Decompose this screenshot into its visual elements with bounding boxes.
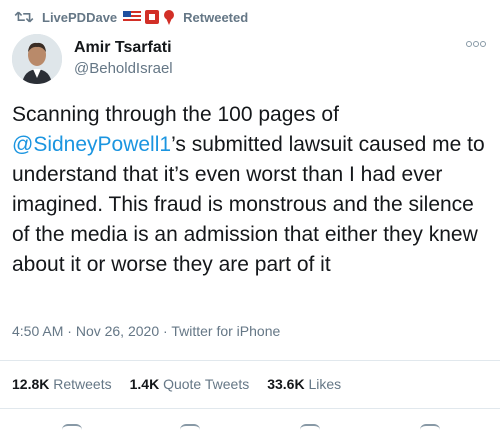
red-pin-icon <box>164 10 175 25</box>
tweet-date[interactable]: Nov 26, 2020 <box>76 323 159 339</box>
more-options-icon[interactable] <box>466 38 486 50</box>
action-bar <box>0 420 500 429</box>
tweet-header: Amir Tsarfati @BeholdIsrael <box>12 34 488 90</box>
author-handle[interactable]: @BeholdIsrael <box>74 59 173 79</box>
meta-separator: · <box>159 323 172 339</box>
quotes-count: 1.4K <box>129 376 160 392</box>
retweets-stat[interactable]: 12.8K Retweets <box>12 376 112 392</box>
retweeted-label: Retweeted <box>183 9 249 25</box>
likes-label: Likes <box>308 376 342 392</box>
likes-count: 33.6K <box>267 376 305 392</box>
tweet-text: Scanning through the 100 pages of @Sidne… <box>12 100 488 280</box>
like-icon[interactable] <box>300 424 320 432</box>
meta-separator: · <box>63 323 76 339</box>
author-display-name[interactable]: Amir Tsarfati <box>74 37 173 59</box>
avatar[interactable] <box>12 34 62 84</box>
retweet-context: LivePDDave Retweeted <box>14 6 248 28</box>
retweet-action-icon[interactable] <box>180 424 200 432</box>
mention-link[interactable]: @SidneyPowell1 <box>12 133 171 156</box>
tweet-meta: 4:50 AM · Nov 26, 2020 · Twitter for iPh… <box>12 323 280 339</box>
tweet-time[interactable]: 4:50 AM <box>12 323 63 339</box>
retweet-icon <box>14 11 34 23</box>
retweets-count: 12.8K <box>12 376 50 392</box>
tweet-text-part: Scanning through the 100 pages of <box>12 103 339 126</box>
us-flag-icon <box>123 11 142 23</box>
reply-icon[interactable] <box>62 424 82 432</box>
likes-stat[interactable]: 33.6K Likes <box>267 376 341 392</box>
quote-tweets-stat[interactable]: 1.4K Quote Tweets <box>130 376 250 392</box>
retweeter-name[interactable]: LivePDDave <box>42 10 117 25</box>
tweet-source[interactable]: Twitter for iPhone <box>171 323 280 339</box>
red-square-icon <box>145 10 160 24</box>
divider <box>0 408 500 409</box>
quotes-label: Quote Tweets <box>163 376 250 392</box>
tweet-stats: 12.8K Retweets 1.4K Quote Tweets 33.6K L… <box>12 376 359 392</box>
divider <box>0 360 500 361</box>
retweets-label: Retweets <box>53 376 112 392</box>
share-icon[interactable] <box>420 424 440 432</box>
